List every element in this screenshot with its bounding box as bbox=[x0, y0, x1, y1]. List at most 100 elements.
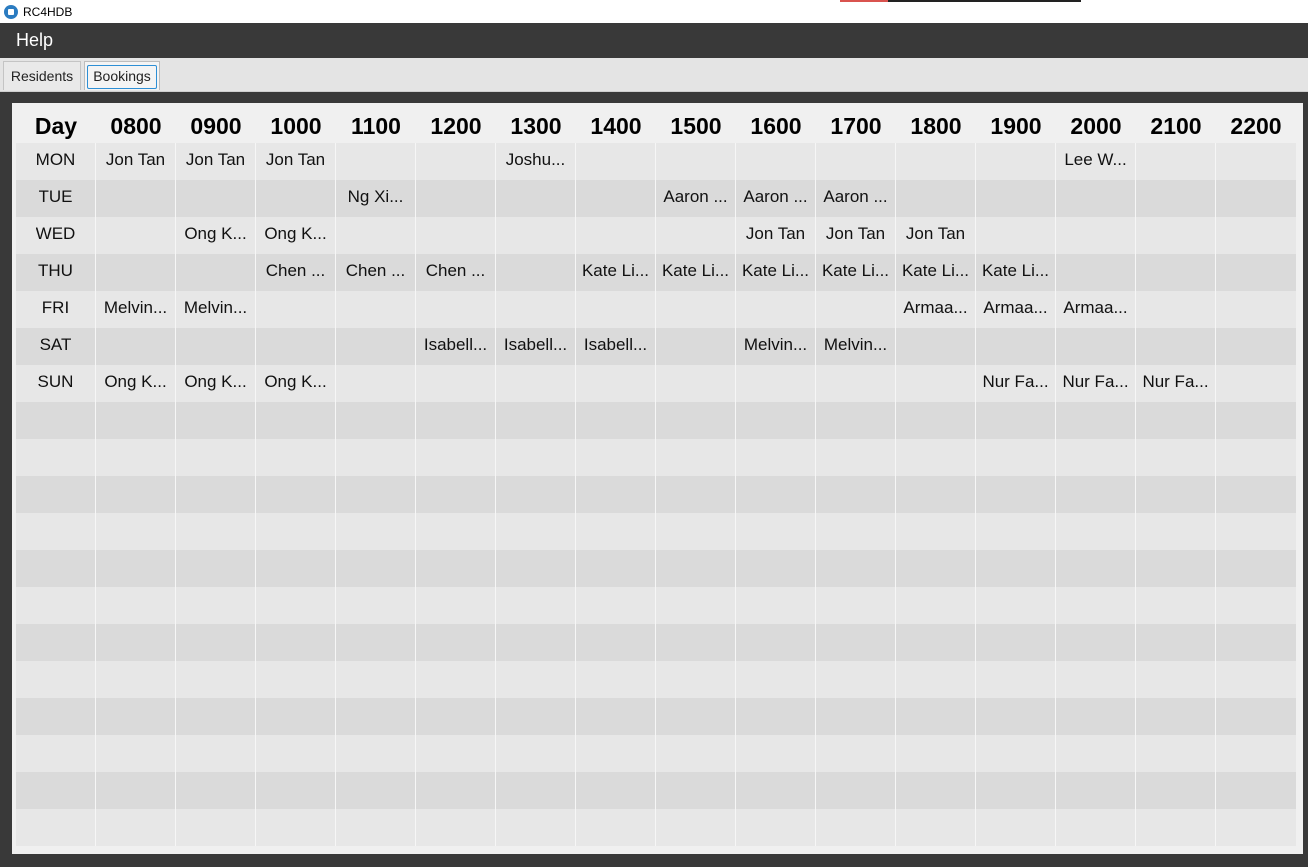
booking-cell[interactable] bbox=[576, 513, 656, 550]
booking-cell[interactable] bbox=[1056, 661, 1136, 698]
booking-cell[interactable] bbox=[496, 180, 576, 217]
booking-cell[interactable] bbox=[416, 217, 496, 254]
booking-cell[interactable] bbox=[1056, 254, 1136, 291]
booking-cell[interactable] bbox=[976, 513, 1056, 550]
table-row[interactable]: SUN Ong K... Ong K... Ong K... Nur Fa... Nur … bbox=[16, 365, 1296, 402]
booking-cell[interactable] bbox=[336, 772, 416, 809]
column-header-1500[interactable]: 1500 bbox=[656, 103, 736, 143]
booking-cell[interactable] bbox=[1216, 698, 1296, 735]
table-row[interactable]: WED Ong K... Ong K... Jon Tan Jon Tan Jon Tan bbox=[16, 217, 1296, 254]
day-cell[interactable]: MON bbox=[16, 143, 96, 180]
booking-cell[interactable] bbox=[336, 217, 416, 254]
booking-cell[interactable] bbox=[576, 291, 656, 328]
booking-cell[interactable] bbox=[96, 217, 176, 254]
booking-cell[interactable] bbox=[1216, 513, 1296, 550]
day-cell[interactable] bbox=[16, 735, 96, 772]
booking-cell[interactable] bbox=[1056, 735, 1136, 772]
booking-cell[interactable] bbox=[736, 550, 816, 587]
column-header-2100[interactable]: 2100 bbox=[1136, 103, 1216, 143]
booking-cell[interactable] bbox=[656, 476, 736, 513]
booking-cell[interactable] bbox=[816, 402, 896, 439]
booking-cell[interactable] bbox=[576, 217, 656, 254]
booking-cell[interactable]: Ong K... bbox=[176, 365, 256, 402]
booking-cell[interactable] bbox=[1216, 365, 1296, 402]
table-row[interactable]: SAT Isabell... Isabell... Isabell... Melvin.… bbox=[16, 328, 1296, 365]
day-cell[interactable] bbox=[16, 772, 96, 809]
day-cell[interactable] bbox=[16, 698, 96, 735]
booking-cell[interactable] bbox=[976, 217, 1056, 254]
booking-cell[interactable]: Armaa... bbox=[1056, 291, 1136, 328]
booking-cell[interactable] bbox=[896, 476, 976, 513]
booking-cell[interactable] bbox=[576, 550, 656, 587]
booking-cell[interactable] bbox=[416, 624, 496, 661]
column-header-1700[interactable]: 1700 bbox=[816, 103, 896, 143]
booking-cell[interactable] bbox=[816, 735, 896, 772]
booking-cell[interactable] bbox=[176, 661, 256, 698]
table-row[interactable] bbox=[16, 698, 1296, 735]
booking-cell[interactable]: Ong K... bbox=[256, 365, 336, 402]
column-header-1600[interactable]: 1600 bbox=[736, 103, 816, 143]
booking-cell[interactable]: Kate Li... bbox=[816, 254, 896, 291]
table-row[interactable]: THU Chen ... Chen ... Chen ... Kate Li... Kat… bbox=[16, 254, 1296, 291]
booking-cell[interactable] bbox=[496, 587, 576, 624]
table-row[interactable] bbox=[16, 809, 1296, 846]
booking-cell[interactable]: Chen ... bbox=[256, 254, 336, 291]
booking-cell[interactable] bbox=[256, 587, 336, 624]
booking-cell[interactable] bbox=[416, 291, 496, 328]
booking-cell[interactable] bbox=[896, 439, 976, 476]
booking-cell[interactable]: Joshu... bbox=[496, 143, 576, 180]
day-cell[interactable] bbox=[16, 809, 96, 846]
booking-cell[interactable] bbox=[96, 476, 176, 513]
booking-cell[interactable] bbox=[336, 513, 416, 550]
booking-cell[interactable] bbox=[736, 735, 816, 772]
booking-cell[interactable] bbox=[736, 772, 816, 809]
booking-cell[interactable] bbox=[1136, 661, 1216, 698]
booking-cell[interactable] bbox=[176, 587, 256, 624]
booking-cell[interactable] bbox=[1056, 402, 1136, 439]
booking-cell[interactable] bbox=[656, 143, 736, 180]
booking-cell[interactable] bbox=[176, 624, 256, 661]
booking-cell[interactable] bbox=[256, 661, 336, 698]
booking-cell[interactable]: Nur Fa... bbox=[1056, 365, 1136, 402]
booking-cell[interactable] bbox=[976, 735, 1056, 772]
booking-cell[interactable] bbox=[736, 513, 816, 550]
booking-cell[interactable] bbox=[736, 143, 816, 180]
booking-cell[interactable] bbox=[496, 735, 576, 772]
booking-cell[interactable] bbox=[896, 402, 976, 439]
booking-cell[interactable]: Armaa... bbox=[976, 291, 1056, 328]
booking-cell[interactable] bbox=[256, 180, 336, 217]
booking-cell[interactable]: Isabell... bbox=[496, 328, 576, 365]
booking-cell[interactable] bbox=[976, 772, 1056, 809]
booking-cell[interactable] bbox=[736, 402, 816, 439]
day-cell[interactable]: SUN bbox=[16, 365, 96, 402]
booking-cell[interactable] bbox=[96, 698, 176, 735]
booking-cell[interactable] bbox=[1056, 587, 1136, 624]
booking-cell[interactable]: Ong K... bbox=[256, 217, 336, 254]
booking-cell[interactable] bbox=[736, 698, 816, 735]
booking-cell[interactable] bbox=[336, 143, 416, 180]
booking-cell[interactable] bbox=[816, 624, 896, 661]
booking-cell[interactable] bbox=[656, 772, 736, 809]
booking-cell[interactable] bbox=[416, 772, 496, 809]
booking-cell[interactable] bbox=[896, 698, 976, 735]
booking-cell[interactable] bbox=[816, 550, 896, 587]
booking-cell[interactable] bbox=[96, 513, 176, 550]
column-header-1300[interactable]: 1300 bbox=[496, 103, 576, 143]
column-header-1900[interactable]: 1900 bbox=[976, 103, 1056, 143]
booking-cell[interactable] bbox=[576, 624, 656, 661]
booking-cell[interactable] bbox=[816, 587, 896, 624]
booking-cell[interactable]: Kate Li... bbox=[656, 254, 736, 291]
booking-cell[interactable] bbox=[576, 476, 656, 513]
booking-cell[interactable] bbox=[336, 698, 416, 735]
booking-cell[interactable] bbox=[896, 143, 976, 180]
booking-cell[interactable] bbox=[256, 550, 336, 587]
booking-cell[interactable] bbox=[976, 476, 1056, 513]
booking-cell[interactable] bbox=[1136, 328, 1216, 365]
booking-cell[interactable] bbox=[736, 809, 816, 846]
column-header-2000[interactable]: 2000 bbox=[1056, 103, 1136, 143]
booking-cell[interactable] bbox=[1136, 476, 1216, 513]
booking-cell[interactable] bbox=[1136, 735, 1216, 772]
booking-cell[interactable] bbox=[96, 328, 176, 365]
booking-cell[interactable] bbox=[976, 143, 1056, 180]
booking-cell[interactable] bbox=[1056, 180, 1136, 217]
